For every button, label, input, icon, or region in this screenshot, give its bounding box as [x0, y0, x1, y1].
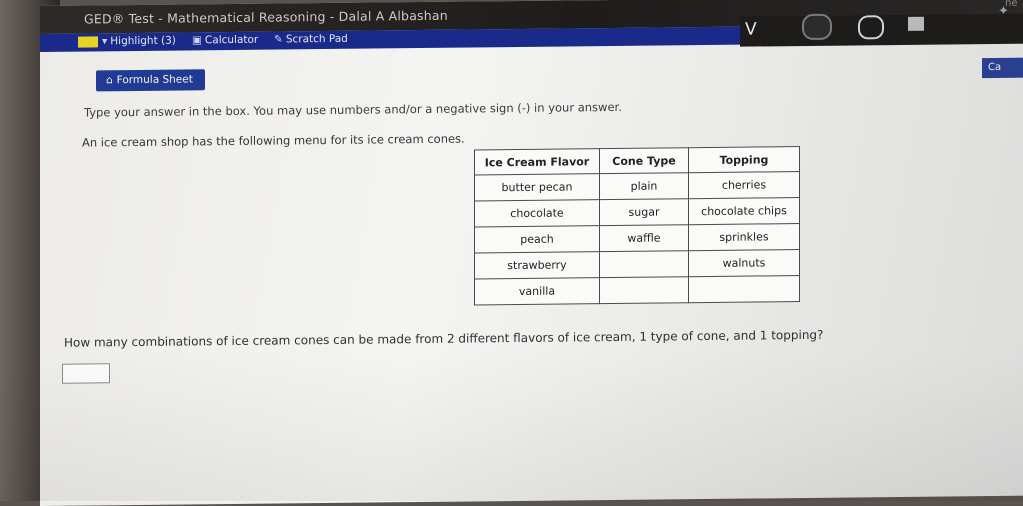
menu-table: Ice Cream Flavor Cone Type Topping butte…	[474, 146, 800, 306]
scratch-pad-button[interactable]: ✎ Scratch Pad	[274, 33, 348, 46]
question-text: How many combinations of ice cream cones…	[64, 327, 824, 350]
table-cell: peach	[474, 225, 600, 253]
table-cell: chocolate	[474, 199, 600, 227]
table-header-row: Ice Cream Flavor Cone Type Topping	[474, 146, 800, 175]
calculator-icon: ▣	[192, 34, 202, 47]
table-cell	[599, 250, 689, 278]
table-cell: chocolate chips	[688, 197, 800, 225]
instructions: Type your answer in the box. You may use…	[84, 99, 622, 120]
table-cell	[599, 276, 689, 304]
formula-sheet-label: Formula Sheet	[116, 73, 193, 87]
table-cell: cherries	[688, 171, 800, 199]
previous-button[interactable]	[802, 13, 832, 41]
table-row: strawberry walnuts	[474, 249, 800, 279]
formula-sheet-icon: ⌂	[106, 74, 113, 87]
table-row: butter pecan plain cherries	[474, 171, 800, 201]
table-cell	[688, 275, 800, 303]
table-cell: sprinkles	[688, 223, 800, 251]
header-topping: Topping	[688, 146, 800, 173]
dropdown-icon: ▾	[102, 35, 108, 48]
edit-icon[interactable]	[908, 16, 924, 31]
calculator-label: Calculator	[204, 33, 259, 47]
answer-input[interactable]	[62, 363, 110, 384]
table-cell: sugar	[599, 198, 689, 226]
calculator-reference-label: Ca	[988, 61, 1002, 74]
next-button[interactable]: V	[745, 19, 757, 39]
calculator-reference-button[interactable]: Ca	[982, 57, 1023, 79]
window-title: GED® Test - Mathematical Reasoning - Dal…	[84, 7, 448, 27]
table-cell: vanilla	[474, 277, 600, 305]
intro-text: An ice cream shop has the following menu…	[82, 131, 465, 150]
scratch-pad-label: Scratch Pad	[285, 32, 348, 46]
table-cell: plain	[599, 172, 689, 200]
header-flavor: Ice Cream Flavor	[474, 148, 600, 175]
formula-sheet-button[interactable]: ⌂ Formula Sheet	[96, 69, 205, 92]
table-row: peach waffle sprinkles	[474, 223, 800, 253]
scratch-pad-icon: ✎	[274, 33, 283, 46]
header-cone-type: Cone Type	[599, 147, 689, 174]
screen: GED® Test - Mathematical Reasoning - Dal…	[40, 0, 1023, 506]
table-cell: strawberry	[474, 251, 600, 279]
search-icon[interactable]	[858, 15, 884, 40]
table-cell: butter pecan	[474, 173, 600, 201]
table-row: vanilla	[474, 275, 800, 305]
highlight-button[interactable]: ▾ Highlight (3)	[102, 35, 176, 48]
table-cell: walnuts	[688, 249, 800, 277]
table-cell: waffle	[599, 224, 689, 252]
table-row: chocolate sugar chocolate chips	[474, 197, 800, 227]
highlight-label: Highlight (3)	[110, 34, 176, 48]
highlight-color-swatch[interactable]	[78, 36, 98, 48]
calculator-button[interactable]: ▣ Calculator	[192, 34, 258, 47]
